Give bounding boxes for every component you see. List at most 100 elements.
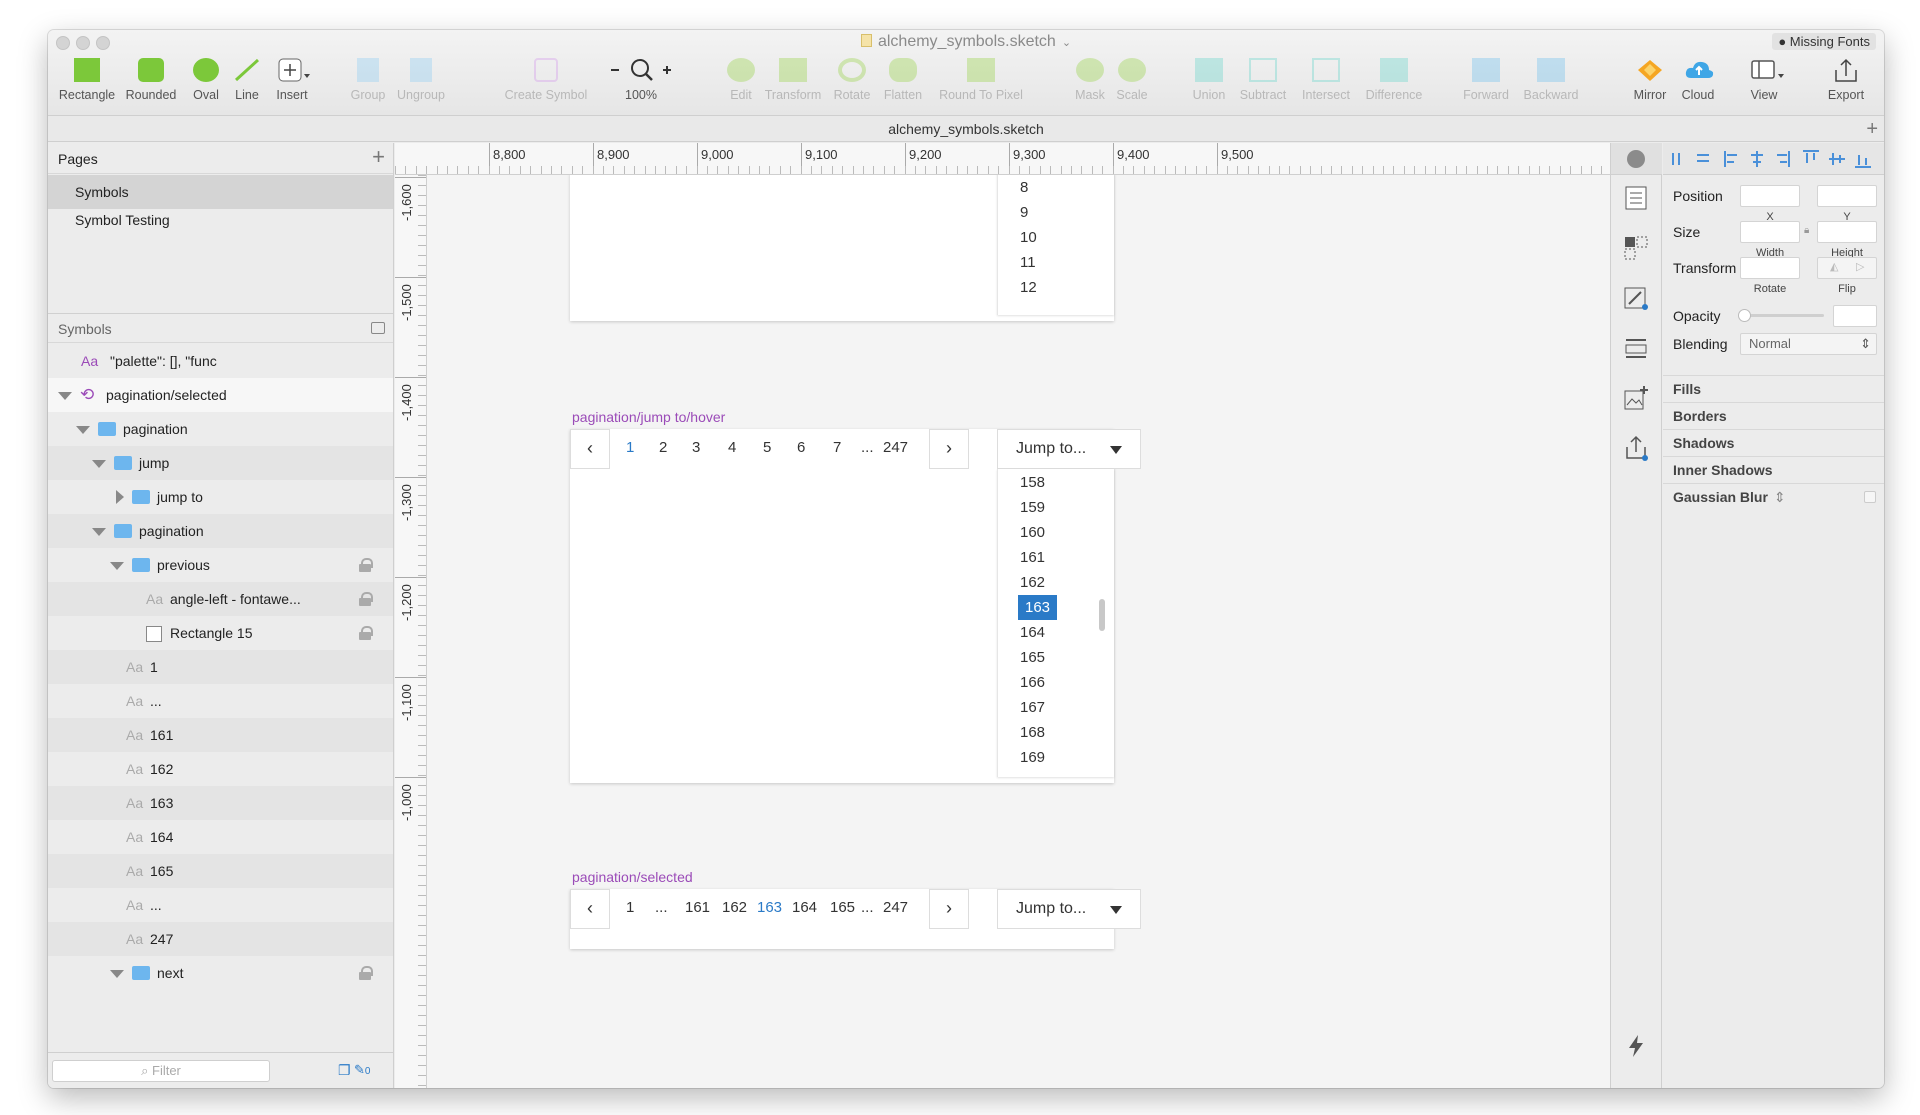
opacity-slider-knob[interactable]: [1738, 309, 1751, 322]
export-tool[interactable]: Export: [1822, 52, 1870, 112]
dropdown-option[interactable]: 161: [1020, 549, 1045, 566]
page-number-link[interactable]: 164: [792, 899, 817, 916]
dropdown-option[interactable]: 164: [1020, 624, 1045, 641]
view-tool[interactable]: View: [1742, 52, 1786, 112]
x-input[interactable]: [1740, 185, 1800, 207]
layer-row[interactable]: pagination: [48, 412, 393, 446]
page-number-link[interactable]: 7: [833, 439, 841, 456]
dropdown-option[interactable]: 10: [1020, 229, 1037, 246]
dropdown-option[interactable]: 163: [1018, 595, 1058, 620]
rotate-tool[interactable]: Rotate: [830, 52, 874, 112]
page-number-link[interactable]: ...: [861, 899, 874, 916]
rectangle-tool[interactable]: Rectangle: [58, 52, 116, 112]
next-page-button[interactable]: ›: [929, 429, 969, 469]
layer-row[interactable]: pagination: [48, 514, 393, 548]
intersect-tool[interactable]: Intersect: [1296, 52, 1356, 112]
layer-row[interactable]: jump to: [48, 480, 393, 514]
artboard-label-hover[interactable]: pagination/jump to/hover: [572, 409, 725, 425]
inspector-section-header[interactable]: Borders: [1663, 402, 1884, 429]
page-number-link[interactable]: 4: [728, 439, 736, 456]
layer-row[interactable]: Aa 161: [48, 718, 393, 752]
page-number-link[interactable]: 247: [883, 439, 908, 456]
dropdown-option[interactable]: 162: [1020, 574, 1045, 591]
mirror-tool[interactable]: Mirror: [1628, 52, 1672, 112]
layer-row[interactable]: Aa 165: [48, 854, 393, 888]
flip-vertical-icon[interactable]: ▷: [1856, 260, 1864, 273]
dropdown-option[interactable]: 158: [1020, 474, 1045, 491]
dropdown-option[interactable]: 12: [1020, 279, 1037, 296]
page-number-link[interactable]: 165: [830, 899, 855, 916]
layer-row[interactable]: next: [48, 956, 393, 990]
inspector-section-header[interactable]: Fills: [1663, 375, 1884, 402]
add-tab-icon[interactable]: +: [1866, 116, 1878, 142]
page-number-link[interactable]: 162: [722, 899, 747, 916]
dropdown-option[interactable]: 168: [1020, 724, 1045, 741]
page-number-link[interactable]: 1: [626, 899, 634, 916]
layer-row[interactable]: Aa...: [48, 684, 393, 718]
layer-row[interactable]: Aa "palette": [], "func: [48, 344, 393, 378]
lightning-icon[interactable]: [1623, 1033, 1649, 1059]
layout-icon[interactable]: [1623, 335, 1649, 361]
cloud-tool[interactable]: Cloud: [1676, 52, 1720, 112]
disclosure-open-icon[interactable]: [110, 562, 124, 570]
layer-row[interactable]: Aa 163: [48, 786, 393, 820]
ungroup-tool[interactable]: Ungroup: [393, 52, 449, 112]
layer-row[interactable]: Aa 1: [48, 650, 393, 684]
inspector-section-header[interactable]: Inner Shadows: [1663, 456, 1884, 483]
artboard-top[interactable]: 8 9 10 11 12: [570, 173, 1114, 321]
difference-tool[interactable]: Difference: [1360, 52, 1428, 112]
layer-row[interactable]: Aa 247: [48, 922, 393, 956]
layer-row[interactable]: Aa angle-left - fontawe...: [48, 582, 393, 616]
disclosure-open-icon[interactable]: [76, 426, 90, 434]
edit-symbol-icon[interactable]: [1623, 285, 1649, 311]
blending-select[interactable]: Normal ⇕: [1740, 333, 1877, 355]
next-page-button-2[interactable]: ›: [929, 889, 969, 929]
edited-filter-icon[interactable]: ✎0: [354, 1053, 370, 1088]
symbols-filter-icon[interactable]: ❐: [338, 1053, 351, 1087]
y-input[interactable]: [1817, 185, 1877, 207]
chevron-down-icon[interactable]: ⌄: [1062, 37, 1071, 49]
filter-input[interactable]: ⌕ Filter: [52, 1060, 270, 1082]
lock-icon[interactable]: [359, 966, 373, 980]
layer-row[interactable]: Aa...: [48, 888, 393, 922]
page-number-link[interactable]: 1: [626, 439, 634, 456]
rounded-tool[interactable]: Rounded: [124, 52, 178, 112]
document-settings-icon[interactable]: [1623, 185, 1649, 211]
page-number-link[interactable]: 6: [797, 439, 805, 456]
union-tool[interactable]: Union: [1188, 52, 1230, 112]
dropdown-option[interactable]: 159: [1020, 499, 1045, 516]
page-number-link[interactable]: 5: [763, 439, 771, 456]
inspector-section-header[interactable]: Gaussian Blur ⇕: [1663, 483, 1884, 510]
disclosure-closed-icon[interactable]: [116, 490, 124, 504]
page-number-link[interactable]: 2: [659, 439, 667, 456]
blur-checkbox[interactable]: [1864, 491, 1876, 503]
layer-row[interactable]: Rectangle 15: [48, 616, 393, 650]
lock-icon[interactable]: [359, 592, 373, 606]
page-number-link[interactable]: ...: [861, 439, 874, 456]
edit-tool[interactable]: Edit: [726, 52, 756, 112]
select-objects-icon[interactable]: [1623, 235, 1649, 261]
artboard-pagination-selected[interactable]: ‹ 1... 161 162 163 164 165... 247 › Jump to...: [570, 889, 1141, 949]
page-number-link[interactable]: ...: [655, 899, 668, 916]
group-tool[interactable]: Group: [348, 52, 388, 112]
dropdown-option[interactable]: 8: [1020, 179, 1028, 196]
transform-tool[interactable]: Transform: [760, 52, 826, 112]
zoom-tool[interactable]: 100%: [606, 52, 676, 112]
dropdown-option[interactable]: 169: [1020, 749, 1045, 766]
dropdown-option[interactable]: 166: [1020, 674, 1045, 691]
horizontal-ruler[interactable]: 8,800 8,900 9,000 9,100 9,200 9,300 9,400 9,500: [395, 143, 1610, 175]
line-tool[interactable]: Line: [230, 52, 264, 112]
add-page-icon[interactable]: +: [372, 142, 385, 172]
flip-horizontal-icon[interactable]: ◭: [1830, 260, 1838, 273]
pie-icon[interactable]: [1627, 150, 1645, 168]
jump-to-dropdown[interactable]: Jump to...: [997, 429, 1141, 469]
dropdown-option[interactable]: 160: [1020, 524, 1045, 541]
jump-to-dropdown-2[interactable]: Jump to...: [997, 889, 1141, 929]
mask-tool[interactable]: Mask: [1070, 52, 1110, 112]
lock-icon[interactable]: [359, 626, 373, 640]
dropdown-option[interactable]: 167: [1020, 699, 1045, 716]
artboard-label-selected[interactable]: pagination/selected: [572, 869, 693, 885]
flip-buttons[interactable]: ◭ ▷: [1817, 257, 1877, 279]
page-number-link[interactable]: 161: [685, 899, 710, 916]
dropdown-option[interactable]: 165: [1020, 649, 1045, 666]
